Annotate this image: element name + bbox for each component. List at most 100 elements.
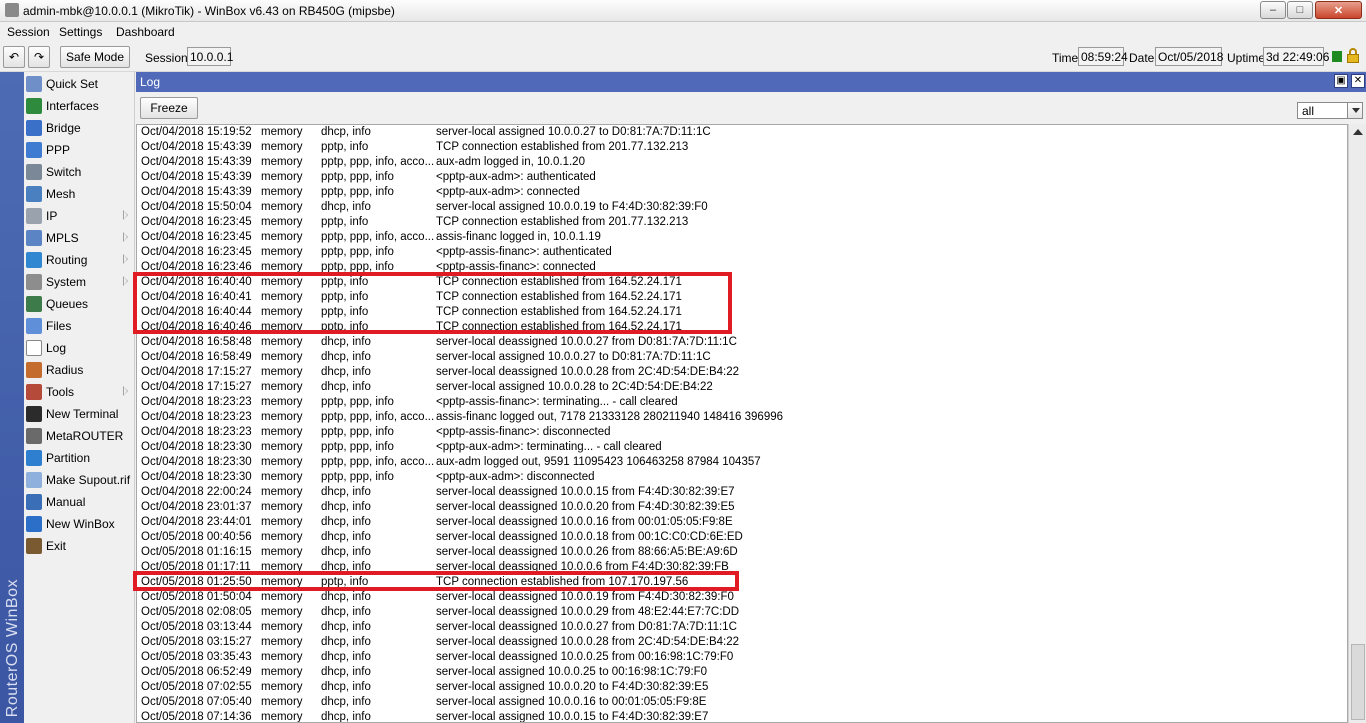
table-row[interactable]: Oct/04/2018 16:23:45 memory pptp, ppp, inf… [137, 230, 1347, 245]
sidebar-item-quick-set[interactable]: Quick Set [24, 73, 135, 95]
table-row[interactable]: Oct/04/2018 23:01:37 memory dhcp, info serv… [137, 500, 1347, 515]
table-row[interactable]: Oct/04/2018 15:50:04 memory dhcp, info serv… [137, 200, 1347, 215]
sidebar-item-new-winbox[interactable]: New WinBox [24, 513, 135, 535]
log-topics: dhcp, info [321, 636, 371, 648]
log-message: server-local assigned 10.0.0.27 to D0:81… [436, 126, 711, 138]
log-message: <pptp-aux-adm>: disconnected [436, 471, 595, 483]
table-row[interactable]: Oct/04/2018 18:23:30 memory pptp, ppp, inf… [137, 470, 1347, 485]
submenu-arrow-icon [123, 232, 128, 242]
sidebar-item-make-supout-rif[interactable]: Make Supout.rif [24, 469, 135, 491]
sidebar-item-queues[interactable]: Queues [24, 293, 135, 315]
log-topics: dhcp, info [321, 651, 371, 663]
table-row[interactable]: Oct/04/2018 15:43:39 memory pptp, info TCP … [137, 140, 1347, 155]
sidebar-item-label: New WinBox [46, 517, 115, 531]
sidebar-item-exit[interactable]: Exit [24, 535, 135, 557]
date-label: Date: [1129, 51, 1158, 65]
table-row[interactable]: Oct/05/2018 00:40:56 memory dhcp, info serv… [137, 530, 1347, 545]
sidebar-item-tools[interactable]: Tools [24, 381, 135, 403]
table-row[interactable]: Oct/04/2018 16:23:45 memory pptp, ppp, inf… [137, 245, 1347, 260]
minimize-button[interactable]: – [1260, 1, 1286, 19]
sidebar-item-mpls[interactable]: MPLS [24, 227, 135, 249]
sidebar-item-log[interactable]: Log [24, 337, 135, 359]
menu-settings[interactable]: Settings [59, 25, 102, 39]
table-row[interactable]: Oct/05/2018 01:50:04 memory dhcp, info serv… [137, 590, 1347, 605]
sidebar-item-manual[interactable]: Manual [24, 491, 135, 513]
table-row[interactable]: Oct/05/2018 06:52:49 memory dhcp, info serv… [137, 665, 1347, 680]
table-row[interactable]: Oct/05/2018 01:16:15 memory dhcp, info serv… [137, 545, 1347, 560]
table-row[interactable]: Oct/04/2018 18:23:23 memory pptp, ppp, inf… [137, 410, 1347, 425]
close-log-window-icon[interactable]: ✕ [1351, 74, 1365, 88]
sidebar-item-mesh[interactable]: Mesh [24, 183, 135, 205]
mesh-icon [26, 186, 42, 202]
table-row[interactable]: Oct/05/2018 02:08:05 memory dhcp, info serv… [137, 605, 1347, 620]
highlight-box-suspicious-tcp-connections [133, 272, 732, 334]
table-row[interactable]: Oct/05/2018 07:14:36 memory dhcp, info serv… [137, 710, 1347, 722]
log-time: Oct/04/2018 15:43:39 [141, 186, 252, 198]
table-row[interactable]: Oct/04/2018 16:23:45 memory pptp, info TCP … [137, 215, 1347, 230]
undo-button[interactable]: ↶ [3, 46, 25, 68]
sidebar-item-files[interactable]: Files [24, 315, 135, 337]
table-row[interactable]: Oct/04/2018 18:23:23 memory pptp, ppp, inf… [137, 425, 1347, 440]
table-row[interactable]: Oct/04/2018 18:23:23 memory pptp, ppp, inf… [137, 395, 1347, 410]
table-row[interactable]: Oct/04/2018 18:23:30 memory pptp, ppp, inf… [137, 440, 1347, 455]
table-row[interactable]: Oct/05/2018 03:15:27 memory dhcp, info serv… [137, 635, 1347, 650]
table-row[interactable]: Oct/04/2018 15:43:39 memory pptp, ppp, inf… [137, 155, 1347, 170]
sidebar-item-bridge[interactable]: Bridge [24, 117, 135, 139]
sidebar-item-new-terminal[interactable]: New Terminal [24, 403, 135, 425]
log-buffer: memory [261, 486, 303, 498]
sidebar-item-radius[interactable]: Radius [24, 359, 135, 381]
sidebar-item-label: Manual [46, 495, 86, 509]
table-row[interactable]: Oct/04/2018 15:19:52 memory dhcp, info serv… [137, 125, 1347, 140]
log-time: Oct/04/2018 15:50:04 [141, 201, 252, 213]
table-row[interactable]: Oct/04/2018 22:00:24 memory dhcp, info serv… [137, 485, 1347, 500]
sidebar-item-ip[interactable]: IP [24, 205, 135, 227]
log-topics: pptp, ppp, info [321, 171, 394, 183]
log-message: server-local deassigned 10.0.0.27 from D… [436, 336, 737, 348]
log-time: Oct/04/2018 16:23:45 [141, 216, 252, 228]
safe-mode-button[interactable]: Safe Mode [60, 46, 130, 68]
scrollbar-thumb[interactable] [1351, 644, 1365, 720]
chevron-down-icon[interactable] [1347, 102, 1363, 119]
table-row[interactable]: Oct/05/2018 07:05:40 memory dhcp, info serv… [137, 695, 1347, 710]
maximize-button[interactable]: □ [1287, 1, 1313, 19]
sidebar-item-switch[interactable]: Switch [24, 161, 135, 183]
table-row[interactable]: Oct/05/2018 03:35:43 memory dhcp, info serv… [137, 650, 1347, 665]
log-buffer: memory [261, 516, 303, 528]
submenu-arrow-icon [123, 254, 128, 264]
table-row[interactable]: Oct/04/2018 18:23:30 memory pptp, ppp, inf… [137, 455, 1347, 470]
ppp-icon [26, 142, 42, 158]
log-message: server-local deassigned 10.0.0.25 from 0… [436, 651, 734, 663]
table-row[interactable]: Oct/04/2018 17:15:27 memory dhcp, info serv… [137, 380, 1347, 395]
table-row[interactable]: Oct/04/2018 17:15:27 memory dhcp, info serv… [137, 365, 1347, 380]
table-row[interactable]: Oct/04/2018 16:58:49 memory dhcp, info serv… [137, 350, 1347, 365]
table-row[interactable]: Oct/04/2018 15:43:39 memory pptp, ppp, inf… [137, 170, 1347, 185]
table-row[interactable]: Oct/04/2018 23:44:01 memory dhcp, info serv… [137, 515, 1347, 530]
log-buffer: memory [261, 186, 303, 198]
redo-button[interactable]: ↷ [28, 46, 50, 68]
table-row[interactable]: Oct/04/2018 16:58:48 memory dhcp, info serv… [137, 335, 1347, 350]
sidebar-item-interfaces[interactable]: Interfaces [24, 95, 135, 117]
menu-session[interactable]: Session [7, 25, 50, 39]
table-row[interactable]: Oct/05/2018 07:02:55 memory dhcp, info serv… [137, 680, 1347, 695]
freeze-button[interactable]: Freeze [140, 97, 198, 119]
close-window-button[interactable]: ✕ [1315, 1, 1362, 19]
sidebar-item-partition[interactable]: Partition [24, 447, 135, 469]
vertical-scrollbar[interactable] [1348, 124, 1366, 723]
sidebar-item-metarouter[interactable]: MetaROUTER [24, 425, 135, 447]
log-buffer: memory [261, 501, 303, 513]
switch-icon [26, 164, 42, 180]
scroll-up-icon[interactable] [1353, 129, 1363, 135]
sidebar-item-routing[interactable]: Routing [24, 249, 135, 271]
sidebar-item-label: Mesh [46, 187, 76, 201]
sidebar-item-system[interactable]: System [24, 271, 135, 293]
sidebar-item-ppp[interactable]: PPP [24, 139, 135, 161]
restore-window-icon[interactable]: ▣ [1334, 74, 1348, 88]
log-topics: dhcp, info [321, 366, 371, 378]
log-list[interactable]: Oct/04/2018 15:19:52 memory dhcp, info serv… [136, 124, 1348, 723]
routing-icon [26, 252, 42, 268]
sidebar-item-label: Tools [46, 385, 75, 399]
menu-dashboard[interactable]: Dashboard [116, 25, 175, 39]
table-row[interactable]: Oct/05/2018 03:13:44 memory dhcp, info serv… [137, 620, 1347, 635]
log-filter-select[interactable]: all [1297, 102, 1353, 119]
table-row[interactable]: Oct/04/2018 15:43:39 memory pptp, ppp, inf… [137, 185, 1347, 200]
